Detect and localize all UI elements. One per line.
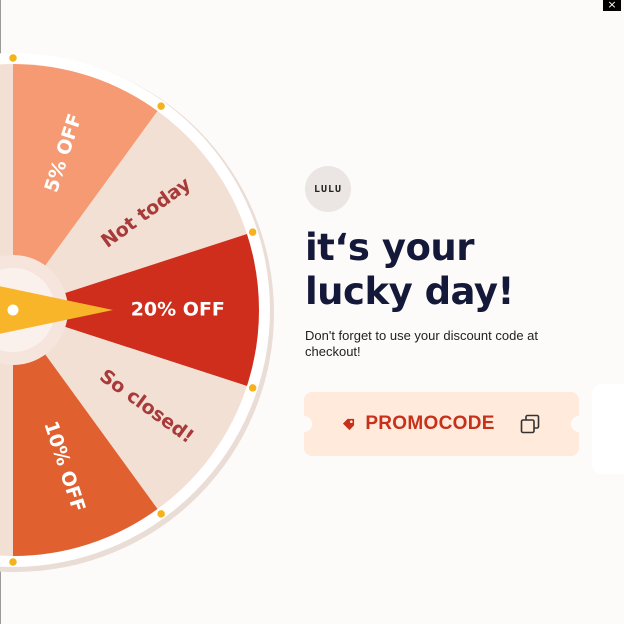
close-button[interactable]: × [603,0,621,11]
offer-panel: LULU it‘s your lucky day! Don't forget t… [305,166,585,360]
spin-wheel-popup: 5% OFF Not today 20% OFF So closed! 10% OFF … [0,0,624,624]
wheel-peg [155,100,167,112]
side-ticket-stub [592,384,624,474]
prize-wheel: 5% OFFNot today20% OFFSo closed!10% OFF [0,52,274,572]
tag-icon [343,418,355,430]
wheel-segment-label: 20% OFF [131,299,225,321]
wheel-peg [247,382,258,394]
ticket-notch-left [296,416,312,432]
promo-code-button[interactable]: PROMOCODE [296,392,587,456]
copy-icon[interactable] [519,413,541,435]
wheel-pointer-pin [7,304,19,316]
wheel-peg [247,226,258,238]
wheel-peg [7,52,19,64]
wheel-peg [155,508,167,520]
promo-code-text: PROMOCODE [365,413,495,434]
subtext: Don't forget to use your discount code a… [305,328,539,359]
wheel-peg [7,556,19,568]
brand-logo: LULU [305,166,351,212]
ticket-notch-right [571,416,587,432]
headline: it‘s your lucky day! [305,226,514,313]
